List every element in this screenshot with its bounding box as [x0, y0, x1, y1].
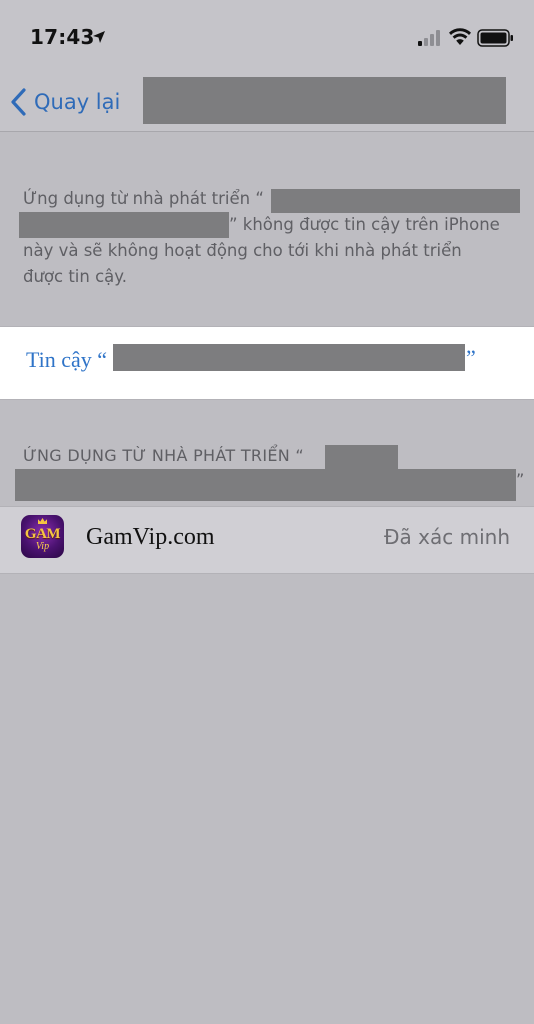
- app-verification-status: Đã xác minh: [384, 525, 510, 549]
- cellular-signal-icon: [418, 30, 440, 46]
- app-name: GamVip.com: [86, 524, 215, 550]
- section-header-close-quote: ”: [516, 470, 525, 489]
- gamvip-app-icon: GAM Vip: [21, 515, 64, 558]
- redacted-section-developer-name-cont: [15, 469, 516, 501]
- crown-icon: [38, 518, 47, 524]
- desc-line-4: được tin cậy.: [23, 267, 127, 286]
- navigation-bar: Quay lại: [0, 76, 534, 132]
- trust-label: Tin cậy “: [26, 347, 108, 372]
- battery-icon: [477, 29, 513, 47]
- status-bar: 17:43: [0, 0, 534, 76]
- trust-developer-button[interactable]: Tin cậy “ ”: [0, 326, 534, 400]
- redacted-developer-name-cont: [19, 212, 229, 238]
- desc-line-3: này và sẽ không hoạt động cho tới khi nh…: [23, 241, 462, 260]
- app-icon-subtext: Vip: [35, 541, 50, 552]
- wifi-icon: [449, 28, 471, 45]
- redacted-developer-name: [271, 189, 520, 213]
- location-arrow-icon: [93, 31, 105, 43]
- chevron-left-icon: [11, 88, 26, 116]
- desc-line-1: Ứng dụng từ nhà phát triển “: [23, 189, 264, 208]
- redacted-trust-developer-name: [113, 344, 465, 371]
- apps-section-header: ỨNG DỤNG TỪ NHÀ PHÁT TRIỂN “: [23, 446, 304, 465]
- redacted-title: [143, 77, 506, 124]
- trust-label-close-quote: ”: [466, 345, 476, 370]
- app-list-item: GAM Vip GamVip.com Đã xác minh: [0, 506, 534, 574]
- redacted-section-developer-name: [325, 445, 398, 470]
- untrusted-developer-description: Ứng dụng từ nhà phát triển “ ” không đượ…: [19, 186, 520, 290]
- back-label: Quay lại: [34, 90, 121, 114]
- back-button[interactable]: Quay lại: [10, 82, 120, 122]
- desc-line-2: ” không được tin cậy trên iPhone: [229, 215, 500, 234]
- status-time: 17:43: [30, 25, 95, 49]
